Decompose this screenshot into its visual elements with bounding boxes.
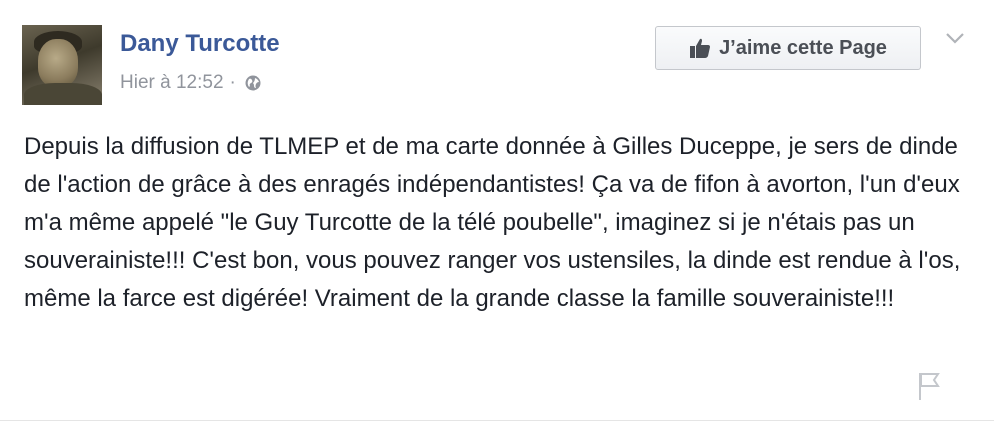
avatar-shoulder [24, 83, 102, 105]
post-text: Depuis la diffusion de TLMEP et de ma ca… [24, 133, 961, 312]
chevron-down-icon[interactable] [944, 30, 966, 46]
avatar-face [38, 39, 78, 87]
post-meta: Hier à 12:52 · [120, 72, 262, 94]
author-name[interactable]: Dany Turcotte [120, 30, 280, 58]
post-timestamp[interactable]: Hier à 12:52 [120, 72, 224, 94]
meta-separator: · [229, 72, 236, 93]
like-page-button[interactable]: J’aime cette Page [655, 26, 921, 70]
divider [0, 420, 994, 421]
like-page-label: J’aime cette Page [719, 36, 887, 59]
globe-icon[interactable] [244, 74, 262, 92]
post-card: Dany Turcotte Hier à 12:52 · J’aime cett… [0, 0, 994, 424]
flag-icon[interactable] [916, 370, 942, 402]
thumbs-up-icon [690, 38, 711, 58]
avatar[interactable] [22, 25, 102, 105]
